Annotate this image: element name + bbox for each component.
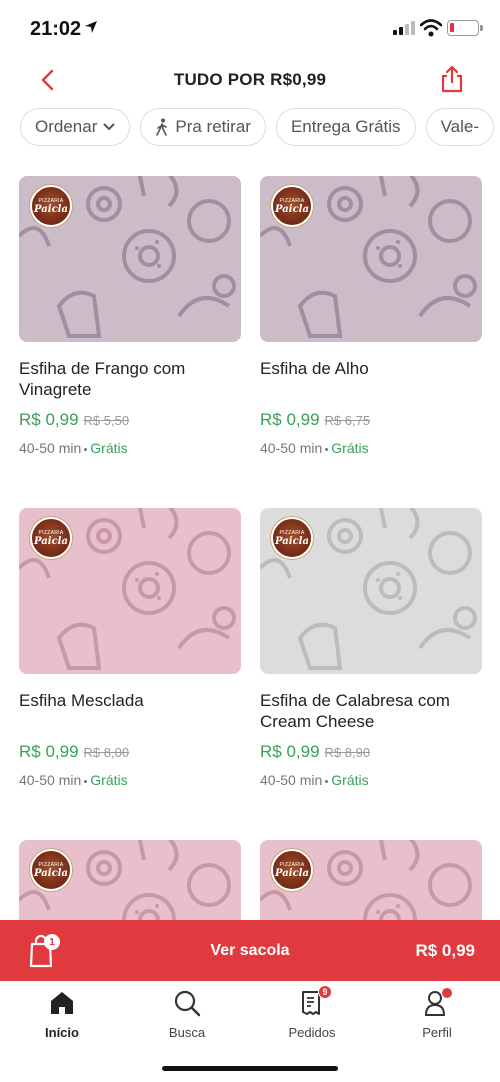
delivery-time: 40-50 min [260,440,323,456]
price-row: R$ 0,99 R$ 6,75 [260,410,482,430]
view-bag-bar[interactable]: 1 Ver sacola R$ 0,99 [0,920,500,981]
delivery-info: 40-50 min Grátis [260,772,482,788]
delivery-info: 40-50 min Grátis [19,772,241,788]
product-name: Esfiha de Frango com Vinagrete [19,359,186,399]
status-bar: 21:02 [0,0,500,58]
product-price: R$ 0,99 [260,410,320,429]
delivery-fee: Grátis [331,772,369,788]
restaurant-logo: PIZZARIA Paicla [30,849,72,891]
product-old-price: R$ 6,75 [324,413,371,428]
delivery-fee: Grátis [90,772,128,788]
price-row: R$ 0,99 R$ 8,90 [260,742,482,762]
bag-total: R$ 0,99 [415,940,475,960]
tab-label: Busca [168,1025,206,1040]
tab-perfil[interactable]: Perfil [392,987,482,1040]
filter-chip-pra-retirar[interactable]: Pra retirar [140,108,266,146]
page-header: TUDO POR R$0,99 [0,58,500,104]
tab-pedidos[interactable]: 9 Pedidos [267,985,357,1040]
product-old-price: R$ 5,50 [83,413,130,428]
product-card[interactable]: PIZZARIA Paicla Esfiha Mesclada R$ 0,99 … [19,508,241,788]
product-image[interactable]: PIZZARIA Paicla [19,508,241,674]
delivery-info: 40-50 min Grátis [260,440,482,456]
product-old-price: R$ 8,90 [324,745,371,760]
signal-icon [393,21,415,35]
chip-label: Ordenar [35,117,98,136]
product-image[interactable]: PIZZARIA Paicla [260,176,482,342]
filter-chip-ordenar[interactable]: Ordenar [20,108,131,146]
product-price: R$ 0,99 [19,410,79,429]
home-indicator [162,1066,338,1071]
product-old-price: R$ 8,00 [83,745,130,760]
delivery-fee: Grátis [90,440,128,456]
restaurant-logo: PIZZARIA Paicla [30,185,72,227]
filter-chips: Ordenar Pra retirar Entrega Grátis Vale- [20,108,500,146]
page-title: TUDO POR R$0,99 [173,70,327,89]
restaurant-logo: PIZZARIA Paicla [30,517,72,559]
product-price: R$ 0,99 [19,742,79,761]
restaurant-logo: PIZZARIA Paicla [271,849,313,891]
delivery-info: 40-50 min Grátis [19,440,241,456]
delivery-time: 40-50 min [260,772,323,788]
restaurant-logo: PIZZARIA Paicla [271,185,313,227]
chip-label: Pra retirar [175,117,251,136]
chip-label: Vale- [440,117,479,136]
tab-label: Perfil [422,1025,452,1040]
profile-notification-dot [441,987,453,999]
price-row: R$ 0,99 R$ 5,50 [19,410,241,430]
product-card[interactable]: PIZZARIA Paicla Esfiha de Calabresa com … [260,508,482,788]
battery-icon [447,20,483,36]
product-image[interactable]: PIZZARIA Paicla [19,176,241,342]
product-card[interactable]: PIZZARIA Paicla Esfiha de Alho R$ 0,99 R… [260,176,482,456]
product-price: R$ 0,99 [260,742,320,761]
product-name: Esfiha de Calabresa com Cream Cheese [260,691,450,731]
walking-icon [156,118,168,136]
wifi-icon [420,19,442,37]
location-arrow-icon [85,21,97,33]
tab-label: Início [45,1025,79,1040]
delivery-time: 40-50 min [19,440,82,456]
filter-chip-vale[interactable]: Vale- [425,108,494,146]
chip-label: Entrega Grátis [290,117,401,136]
home-icon [51,992,73,1014]
orders-badge: 9 [318,985,332,999]
delivery-fee: Grátis [331,440,369,456]
delivery-time: 40-50 min [19,772,82,788]
tab-busca[interactable]: Busca [142,989,232,1040]
product-name: Esfiha Mesclada [19,691,144,710]
price-row: R$ 0,99 R$ 8,00 [19,742,241,762]
search-icon [174,990,201,1017]
product-name: Esfiha de Alho [260,359,369,378]
status-time: 21:02 [30,18,82,40]
product-card[interactable]: PIZZARIA Paicla Esfiha de Frango com Vin… [19,176,241,456]
restaurant-logo: PIZZARIA Paicla [271,517,313,559]
product-image[interactable]: PIZZARIA Paicla [260,508,482,674]
filter-chip-entrega-gratis[interactable]: Entrega Grátis [275,108,416,146]
chevron-down-icon [103,123,116,131]
share-icon[interactable] [438,64,466,94]
tab-inicio[interactable]: Início [17,989,107,1040]
tab-label: Pedidos [288,1025,336,1040]
